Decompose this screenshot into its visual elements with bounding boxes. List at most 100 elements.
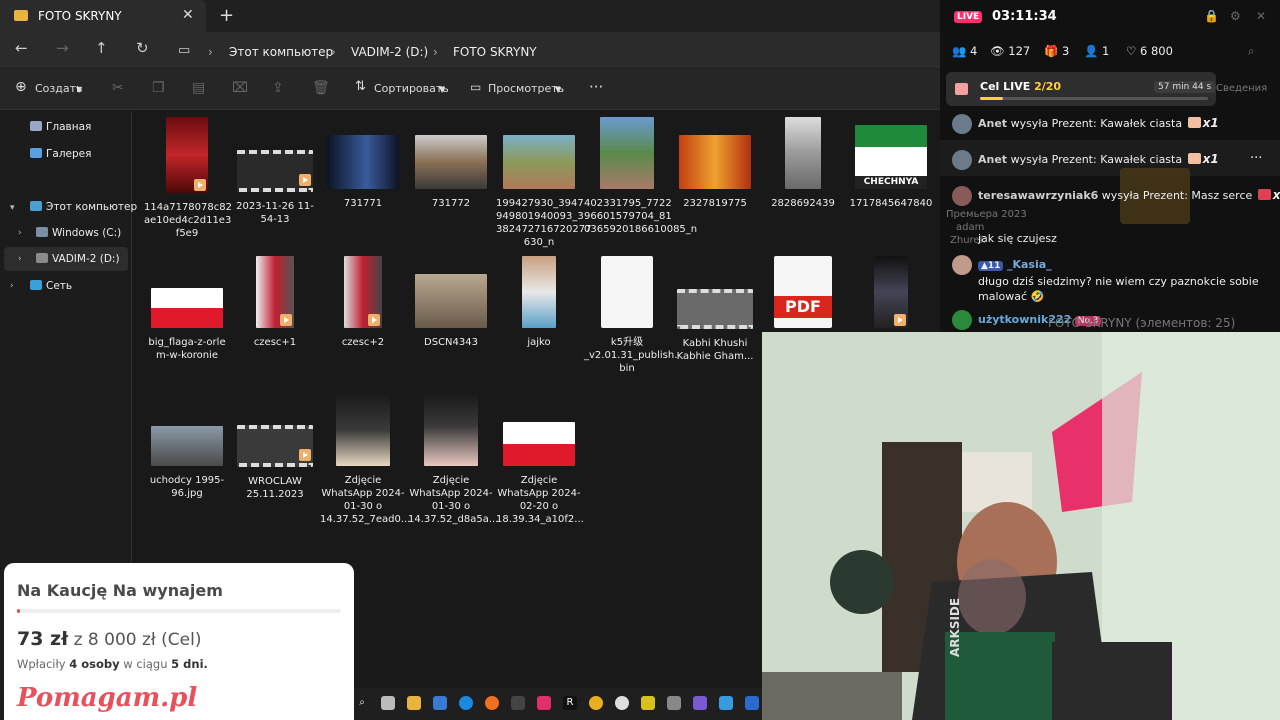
breadcrumb-item-folder[interactable]: FOTO SKRYNY — [453, 45, 537, 59]
file-item[interactable]: 731771 — [320, 117, 406, 210]
app-icon[interactable] — [745, 696, 759, 710]
chevron-down-icon[interactable]: ▾ — [10, 203, 15, 213]
file-item[interactable]: jajko — [496, 256, 582, 349]
fundraiser-progress-fill — [17, 609, 20, 613]
edge-icon[interactable] — [459, 696, 473, 710]
file-item[interactable]: uchodcy 1995-96.jpg — [144, 394, 230, 500]
nav-vadim-d[interactable]: VADIM-2 (D:) — [36, 253, 120, 265]
search-icon[interactable]: ⌕ — [1248, 44, 1254, 59]
app-icon[interactable] — [693, 696, 707, 710]
blocked-icon[interactable] — [615, 696, 629, 710]
more-options-button[interactable]: ··· — [589, 78, 603, 96]
file-item[interactable]: big_flaga-z-orle m-w-koronie — [144, 256, 230, 362]
view-button[interactable]: Просмотреть — [488, 82, 564, 95]
file-item[interactable]: 2828692439 — [760, 117, 846, 210]
lock-icon[interactable]: 🔒 — [1204, 9, 1219, 23]
file-name: DSCN4343 — [424, 337, 478, 348]
file-thumbnail — [503, 135, 575, 189]
search-icon[interactable]: ⌕ — [355, 696, 369, 710]
chevron-right-icon[interactable]: › — [18, 228, 22, 238]
file-item[interactable]: 402331795_7722 96601579704_81 0365920186… — [584, 117, 697, 236]
tiktok-icon[interactable] — [537, 696, 551, 710]
chevron-right-icon[interactable]: › — [18, 254, 22, 264]
file-item[interactable]: DSCN4343 — [408, 256, 494, 349]
app-icon[interactable] — [667, 696, 681, 710]
r-app-icon[interactable]: R — [563, 696, 577, 710]
chrome-icon[interactable] — [589, 696, 603, 710]
settings-icon[interactable]: ⚙ — [1230, 9, 1241, 23]
file-item[interactable]: CHECHNYA 1717845647840 — [848, 117, 934, 210]
file-name: Kabhi Khushi Kabhie Gham... — [676, 338, 754, 362]
file-item[interactable] — [848, 256, 934, 336]
file-name: jajko — [527, 337, 551, 348]
file-item[interactable]: Zdjęcie WhatsApp 2024-01-30 o 14.37.52_7… — [320, 394, 410, 526]
file-item[interactable]: WROCLAW 25.11.2023 — [232, 394, 318, 501]
more-options-icon[interactable]: ··· — [1250, 151, 1262, 166]
file-name: Zdjęcie WhatsApp 2024-01-30 o 14.37.52_7… — [320, 475, 411, 525]
breadcrumb-item-drive[interactable]: VADIM-2 (D:) — [351, 45, 428, 59]
file-item[interactable]: Zdjęcie WhatsApp 2024-02-20 o 18.39.34_a… — [496, 394, 584, 526]
details-link[interactable]: Сведения — [1216, 83, 1267, 94]
photos-icon[interactable] — [719, 696, 733, 710]
app-icon[interactable] — [433, 696, 447, 710]
sort-button[interactable]: Сортировать — [374, 82, 449, 95]
forward-icon[interactable]: → — [56, 39, 69, 57]
video-play-icon — [368, 314, 380, 326]
stat-likes: ♡ 6 800 — [1126, 44, 1173, 58]
file-item[interactable]: PDF — [760, 256, 846, 336]
new-tab-icon[interactable]: + — [219, 5, 234, 26]
rename-icon[interactable]: ⌧ — [232, 80, 248, 96]
fundraiser-supporters: Wpłaciły 4 osoby w ciągu 5 dni. — [17, 657, 208, 671]
up-icon[interactable]: ↑ — [95, 39, 108, 57]
refresh-icon[interactable]: ↻ — [136, 39, 149, 57]
file-name: big_flaga-z-orle m-w-koronie — [148, 337, 226, 361]
task-view-icon[interactable] — [381, 696, 395, 710]
avatar — [952, 150, 972, 170]
copy-icon[interactable]: ❐ — [152, 80, 165, 96]
file-name: 2828692439 — [771, 198, 835, 209]
file-item[interactable]: k5升级 _v2.01.31_publish. bin — [584, 256, 677, 375]
fundraiser-card: Na Kaucję Na wynajem 73 zł z 8 000 zł (C… — [4, 563, 354, 720]
file-thumbnail — [415, 274, 487, 328]
file-item[interactable]: 199427930_3947 949801940093_3 3824727167… — [496, 117, 591, 249]
close-icon[interactable]: ✕ — [1256, 9, 1266, 23]
explorer-icon[interactable] — [407, 696, 421, 710]
live-goal-widget[interactable]: Cel LIVE 2/20 57 min 44 s — [946, 72, 1216, 106]
share-icon[interactable]: ⇪ — [272, 80, 284, 96]
file-item[interactable]: czesc+1 — [232, 256, 318, 349]
firefox-icon[interactable] — [485, 696, 499, 710]
file-item[interactable]: Kabhi Khushi Kabhie Gham... — [672, 256, 758, 363]
file-item[interactable]: 731772 — [408, 117, 494, 210]
cut-icon[interactable]: ✂ — [112, 80, 124, 96]
file-item[interactable]: czesc+2 — [320, 256, 406, 349]
chat-message: Anet wysyła Prezent: Kawałek ciasta x1 — [952, 114, 1272, 134]
delete-icon[interactable]: 🗑 — [312, 80, 330, 96]
nav-this-pc[interactable]: Этот компьютер — [30, 201, 137, 213]
file-thumbnail — [601, 256, 653, 328]
capcut-icon[interactable] — [511, 696, 525, 710]
app-icon[interactable] — [641, 696, 655, 710]
file-item[interactable]: 2327819775 — [672, 117, 758, 210]
chevron-down-icon: ▼ — [439, 85, 446, 94]
chat-message: teresawawrzyniak6 wysyła Prezent: Masz s… — [952, 186, 1280, 206]
nav-home[interactable]: Главная — [30, 121, 91, 133]
folder-count-ghost: FOTO SKRYNY (элементов: 25) — [1048, 316, 1236, 330]
nav-network[interactable]: Сеть — [30, 280, 72, 292]
nav-gallery[interactable]: Галерея — [30, 148, 91, 160]
close-tab-icon[interactable]: ✕ — [182, 7, 194, 23]
stream-timer: 03:11:34 — [992, 9, 1057, 24]
tab-foto-skryny[interactable]: FOTO SKRYNY ✕ — [0, 0, 206, 32]
file-item[interactable]: Zdjęcie WhatsApp 2024-01-30 o 14.37.52_d… — [408, 394, 498, 526]
avatar — [952, 310, 972, 330]
breadcrumb-item-this-pc[interactable]: Этот компьютер — [229, 45, 333, 59]
sort-icon: ⇅ — [355, 79, 366, 94]
computer-icon — [30, 201, 42, 211]
chevron-right-icon[interactable]: › — [10, 281, 14, 291]
paste-icon[interactable]: ▤ — [192, 80, 205, 96]
file-item[interactable]: 2023-11-26 11-54-13 — [232, 117, 318, 226]
nav-windows-c[interactable]: Windows (C:) — [36, 227, 121, 239]
chat-message[interactable]: Anet wysyła Prezent: Kawałek ciasta x1 ·… — [952, 150, 1272, 170]
back-icon[interactable]: ← — [15, 39, 28, 57]
breadcrumb[interactable]: ▭ › Этот компьютер › VADIM-2 (D:) › FOTO… — [168, 36, 938, 64]
file-item[interactable]: 114a7178078c82 ae10ed4c2d11e3 f5e9 — [144, 117, 232, 240]
